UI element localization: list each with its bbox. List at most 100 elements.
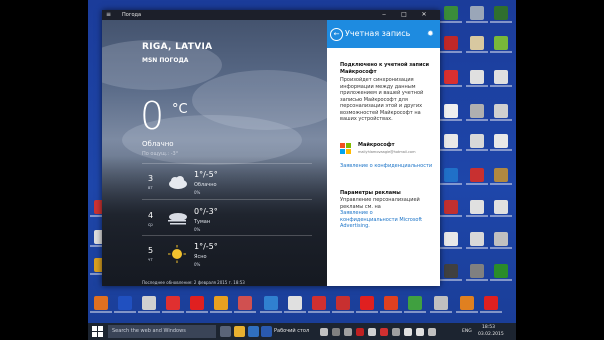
forecast-weekday: чт [148,257,153,262]
forecast-temps: 1°/-5° [194,242,218,251]
desktop-icon[interactable] [440,6,462,23]
maximize-button[interactable]: □ [396,10,412,20]
desktop-icon[interactable] [456,296,478,313]
desktop-icon[interactable] [284,296,306,313]
last-updated: Последнее обновление: 2 февраля 2015 г. … [142,280,245,285]
forecast-desc: Туман [194,219,211,225]
forecast-temps: 0°/-3° [194,207,218,216]
desktop-icon[interactable] [90,296,112,313]
desktop-icon[interactable] [490,232,512,249]
pane-title: Учетная запись [345,29,411,38]
tray-icon[interactable] [332,328,340,336]
forecast-weekday: ср [148,222,153,227]
desktop-icon[interactable] [466,134,488,151]
desktop-icon[interactable] [466,36,488,53]
desktop-icon[interactable] [234,296,256,313]
desktop-icon[interactable] [490,134,512,151]
volume-icon[interactable] [404,328,412,336]
forecast-weekday: вт [148,185,153,190]
privacy-link[interactable]: Заявление о конфиденциальности [340,163,440,170]
desktop-icon[interactable] [440,264,462,281]
desktop-icon[interactable] [440,200,462,217]
account-pane: ← Учетная запись ✹ Подключено к учетной … [327,20,440,286]
feels-like: По ощущ.: -3° [142,151,179,157]
temperature-unit: °C [172,102,188,117]
forecast-temps: 1°/-5° [194,170,218,179]
task-view-icon[interactable] [220,326,231,337]
clock-time[interactable]: 18:53 [482,325,495,330]
desktop-icon[interactable] [308,296,330,313]
desktop-icon[interactable] [490,168,512,185]
account-email: mailyhlamovaagie@hotmail.com [358,150,416,154]
windows-start-icon[interactable] [92,326,103,337]
clock-date[interactable]: 03.02.2015 [478,332,504,337]
desktop-icon[interactable] [440,36,462,53]
desktop-icon[interactable] [490,264,512,281]
tray-icon[interactable] [356,328,364,336]
desktop-icon[interactable] [490,70,512,87]
desktop-icon[interactable] [332,296,354,313]
desktop-icon[interactable] [480,296,502,313]
language-indicator[interactable]: ENG [462,323,472,340]
desktop-icon[interactable] [210,296,232,313]
taskbar-app-icon[interactable] [248,326,259,337]
ads-heading: Параметры рекламы [340,190,401,196]
desktop-icon[interactable] [466,104,488,121]
desktop-icon[interactable] [404,296,426,313]
hamburger-icon[interactable]: ≡ [106,10,111,20]
forecast-day: 4 [148,211,154,220]
title-bar: ≡ Погода ‒ □ ✕ [102,10,440,20]
desktop-icon[interactable] [138,296,160,313]
file-explorer-icon[interactable] [234,326,245,337]
cloudy-icon [169,176,187,189]
desktop-icon[interactable] [440,70,462,87]
minimize-button[interactable]: ‒ [376,10,392,20]
network-icon[interactable] [416,328,424,336]
battery-icon[interactable] [428,328,436,336]
desktop-icon[interactable] [490,36,512,53]
ads-text: Управление персонализацией рекламы см. н… [340,197,420,210]
connected-heading: Подключено к учетной записи Майкрософт [340,62,429,75]
desktop-icon[interactable] [162,296,184,313]
current-condition: Облачно [142,140,174,148]
tray-icon[interactable] [344,328,352,336]
weather-app-icon[interactable] [261,326,272,337]
taskbar-search-input[interactable]: Search the web and Windows [108,325,216,338]
account-name: Майкрософт [358,142,395,148]
desktop-icon[interactable] [260,296,282,313]
desktop-icon[interactable] [356,296,378,313]
close-button[interactable]: ✕ [416,10,432,20]
back-arrow-icon[interactable]: ← [330,28,343,41]
desktop-icon[interactable] [440,232,462,249]
desktop-icon[interactable] [466,264,488,281]
forecast-desc: Ясно [194,254,207,260]
desktop-icon[interactable] [466,70,488,87]
desktop-icon[interactable] [490,200,512,217]
desktop-icon[interactable] [490,104,512,121]
tray-icon[interactable] [368,328,376,336]
provider-label: MSN ПОГОДА [142,57,189,64]
tray-icon[interactable] [380,328,388,336]
forecast-day: 5 [148,246,154,255]
desktop-icon[interactable] [440,104,462,121]
desktop-icon[interactable] [440,134,462,151]
ads-privacy-link[interactable]: Заявление о конфиденциальности Microsoft… [340,210,432,230]
desktop-icon[interactable] [440,168,462,185]
desktop-icon[interactable] [466,168,488,185]
forecast-precip: 0% [194,190,201,195]
tray-icon[interactable] [320,328,328,336]
desktop-icon[interactable] [466,232,488,249]
desktop-icon[interactable] [430,296,452,313]
taskbar: Search the web and Windows Рабочий стол … [88,323,516,340]
sync-text: Произойдет синхронизация информации межд… [340,77,424,122]
desktop-toolbar-label[interactable]: Рабочий стол [274,323,309,340]
desktop-icon[interactable] [466,6,488,23]
microsoft-logo-icon [340,143,352,155]
tray-icon[interactable] [392,328,400,336]
pane-header: ← Учетная запись ✹ [327,20,440,48]
desktop-icon[interactable] [466,200,488,217]
desktop-icon[interactable] [186,296,208,313]
desktop-icon[interactable] [490,6,512,23]
desktop-icon[interactable] [380,296,402,313]
desktop-icon[interactable] [114,296,136,313]
